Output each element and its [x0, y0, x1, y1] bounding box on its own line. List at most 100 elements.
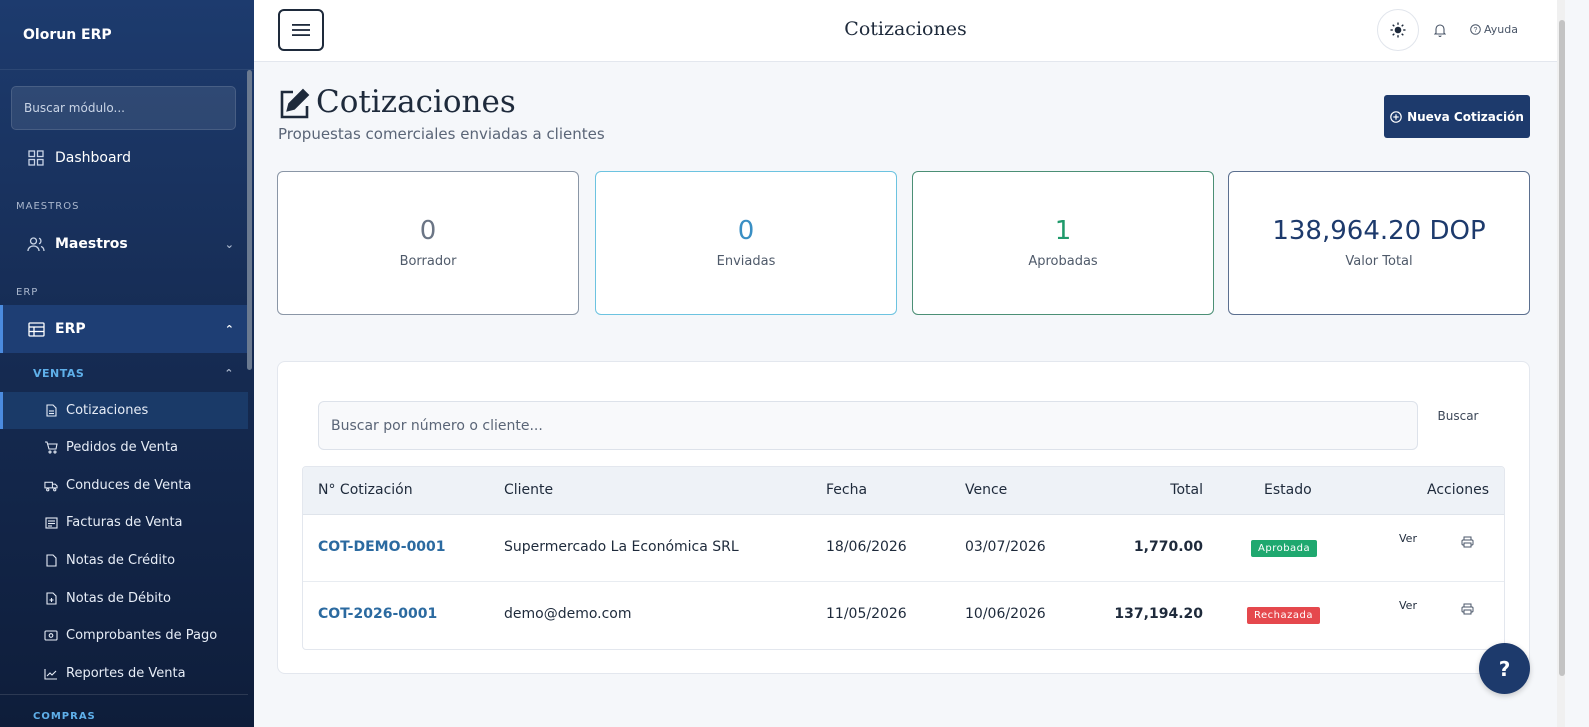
due-date-cell: 03/07/2026: [965, 539, 1046, 555]
edit-icon: [278, 88, 310, 120]
sidebar-item-erp[interactable]: ERP ⌃: [0, 305, 248, 353]
stat-card-aprobadas: 1 Aprobadas: [912, 171, 1214, 315]
sidebar-section-ventas[interactable]: VENTAS ⌃: [0, 362, 248, 384]
table-row: COT-2026-0001 demo@demo.com 11/05/2026 1…: [303, 582, 1504, 649]
question-circle-icon: ?: [1470, 24, 1481, 35]
total-cell: 137,194.20: [1114, 606, 1203, 622]
view-button[interactable]: Ver: [1399, 599, 1417, 612]
search-button[interactable]: Buscar: [1432, 407, 1484, 426]
stat-card-borrador: 0 Borrador: [277, 171, 579, 315]
module-search-input[interactable]: Buscar módulo...: [11, 86, 236, 130]
client-cell: Supermercado La Económica SRL: [504, 539, 739, 555]
sidebar-item-label: Pedidos de Venta: [66, 440, 178, 455]
table-row: COT-DEMO-0001 Supermercado La Económica …: [303, 515, 1504, 582]
invoice-icon: [44, 516, 58, 530]
column-header[interactable]: Vence: [965, 482, 1007, 498]
cart-icon: [44, 441, 58, 455]
users-icon: [27, 235, 45, 253]
grid-icon: [27, 149, 45, 167]
sidebar-item-label: VENTAS: [33, 366, 85, 380]
page-subtitle: Propuestas comerciales enviadas a client…: [278, 125, 605, 143]
chart-line-icon: [44, 667, 58, 681]
quote-number-link[interactable]: COT-DEMO-0001: [318, 539, 446, 555]
sidebar-item-label: Comprobantes de Pago: [66, 628, 218, 643]
stat-label: Borrador: [399, 254, 457, 269]
sidebar-item-maestros[interactable]: Maestros ⌄: [0, 228, 248, 260]
status-badge: Aprobada: [1251, 540, 1318, 557]
page-scrollbar[interactable]: [1559, 20, 1565, 676]
sidebar-item-comprobantes-de-pago[interactable]: Comprobantes de Pago: [0, 617, 248, 654]
chevron-down-icon: ⌄: [224, 237, 234, 251]
sun-icon: [1390, 22, 1406, 38]
view-button[interactable]: Ver: [1399, 532, 1417, 545]
help-label: Ayuda: [1484, 23, 1518, 36]
help-fab-button[interactable]: ?: [1479, 643, 1530, 694]
client-cell: demo@demo.com: [504, 606, 632, 622]
sidebar-item-facturas-de-venta[interactable]: Facturas de Venta: [0, 504, 248, 541]
quote-search-input[interactable]: Buscar por número o cliente...: [318, 401, 1418, 450]
column-header[interactable]: Total: [1170, 482, 1203, 498]
column-header[interactable]: Fecha: [826, 482, 867, 498]
sidebar-item-conduces-de-venta[interactable]: Conduces de Venta: [0, 467, 248, 504]
sidebar-item-label: Notas de Débito: [66, 591, 171, 606]
sidebar-item-label: Notas de Crédito: [66, 553, 176, 568]
sidebar-item-cotizaciones[interactable]: Cotizaciones: [0, 392, 248, 429]
section-label-maestros: MAESTROS: [16, 201, 80, 212]
sidebar-item-pedidos-de-venta[interactable]: Pedidos de Venta: [0, 429, 248, 466]
sidebar-item-label: Cotizaciones: [66, 403, 149, 418]
due-date-cell: 10/06/2026: [965, 606, 1046, 622]
stat-card-valor-total: 138,964.20 DOP Valor Total: [1228, 171, 1530, 315]
bell-icon[interactable]: [1433, 22, 1448, 38]
sidebar-scrollbar[interactable]: [247, 70, 252, 370]
sidebar-item-reportes-de-venta[interactable]: Reportes de Venta: [0, 655, 248, 692]
stat-card-enviadas: 0 Enviadas: [595, 171, 897, 315]
chevron-up-icon: ⌃: [224, 366, 234, 380]
svg-text:?: ?: [1474, 27, 1478, 34]
quote-number-link[interactable]: COT-2026-0001: [318, 606, 437, 622]
table-icon: [27, 320, 45, 338]
printer-icon[interactable]: [1461, 533, 1474, 548]
sidebar-item-label: Facturas de Venta: [66, 515, 183, 530]
date-cell: 11/05/2026: [826, 606, 907, 622]
sidebar-item-label: Maestros: [55, 236, 128, 252]
help-link[interactable]: ? Ayuda: [1470, 23, 1518, 36]
total-cell: 1,770.00: [1133, 539, 1203, 555]
sidebar-item-label: ERP: [55, 321, 86, 337]
page-title: Cotizaciones: [316, 84, 516, 120]
brand-name: Olorun ERP: [0, 0, 254, 70]
sidebar-item-notas-de-credito[interactable]: Notas de Crédito: [0, 542, 248, 579]
truck-icon: [44, 479, 58, 493]
date-cell: 18/06/2026: [826, 539, 907, 555]
sidebar-item-label: Reportes de Venta: [66, 666, 186, 681]
column-header[interactable]: Cliente: [504, 482, 553, 498]
stat-value: 0: [419, 216, 437, 246]
stat-label: Enviadas: [716, 254, 776, 269]
topbar-title: Cotizaciones: [844, 18, 967, 40]
sidebar-item-notas-de-debito[interactable]: Notas de Débito: [0, 580, 248, 617]
printer-icon[interactable]: [1461, 600, 1474, 615]
section-label-compras[interactable]: COMPRAS: [33, 711, 96, 722]
status-badge: Rechazada: [1247, 607, 1320, 624]
plus-circle-icon: [1390, 110, 1402, 123]
theme-toggle-button[interactable]: [1377, 9, 1419, 51]
chevron-up-icon: ⌃: [224, 322, 234, 336]
column-header: Acciones: [1427, 482, 1489, 498]
new-quote-button[interactable]: Nueva Cotización: [1384, 95, 1530, 138]
stat-value: 138,964.20 DOP: [1272, 216, 1486, 246]
new-quote-label: Nueva Cotización: [1407, 109, 1524, 124]
document-icon: [44, 554, 58, 568]
sidebar-item-label: Conduces de Venta: [66, 478, 192, 493]
stat-label: Valor Total: [1345, 254, 1413, 269]
sidebar-item-dashboard[interactable]: Dashboard: [0, 142, 248, 174]
column-header[interactable]: N° Cotización: [318, 482, 413, 498]
section-label-erp: ERP: [16, 287, 39, 298]
quotes-table: N° Cotización Cliente Fecha Vence Total …: [302, 466, 1505, 650]
sidebar: Olorun ERP Buscar módulo... Dashboard MA…: [0, 0, 254, 727]
cash-icon: [44, 629, 58, 643]
sidebar-item-label: Dashboard: [55, 150, 131, 166]
table-header: N° Cotización Cliente Fecha Vence Total …: [303, 467, 1504, 515]
stat-value: 1: [1054, 216, 1072, 246]
document-plus-icon: [44, 592, 58, 606]
column-header[interactable]: Estado: [1264, 482, 1312, 498]
document-icon: [44, 404, 58, 418]
